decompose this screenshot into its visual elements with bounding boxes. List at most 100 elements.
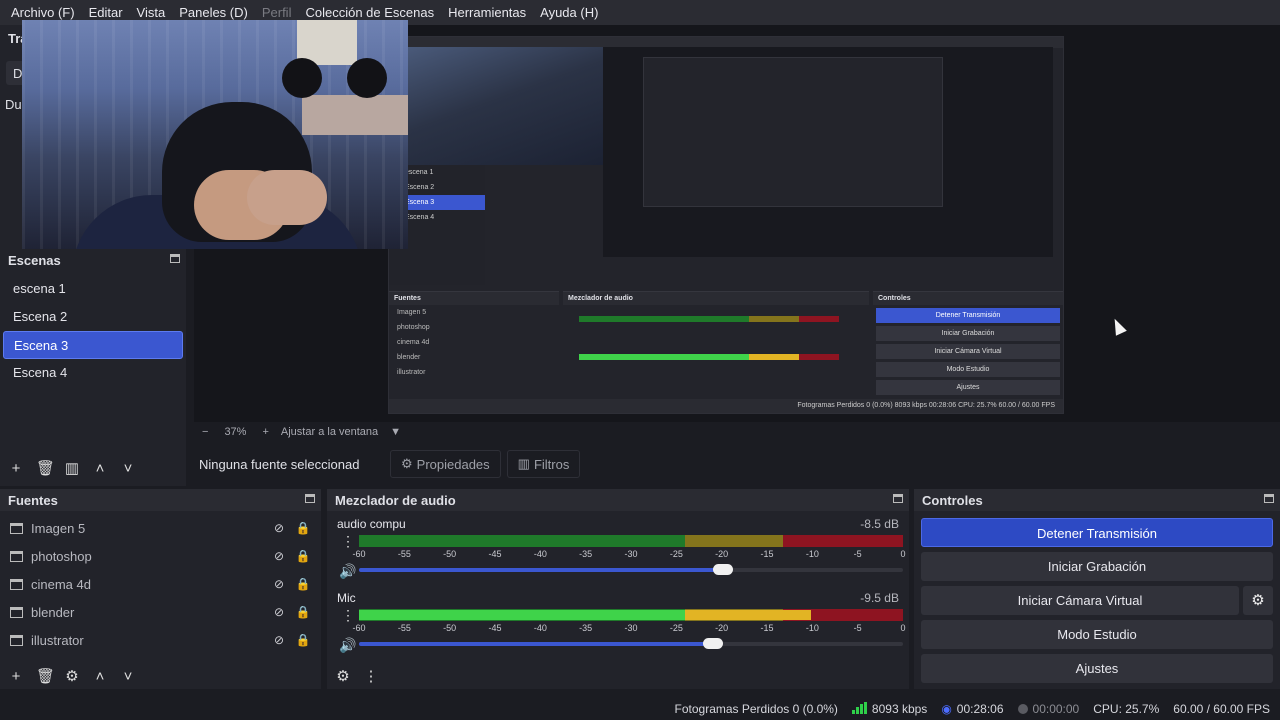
filters-button[interactable]: ▥ Filtros [506, 450, 581, 478]
stream-icon: ◉ [941, 701, 952, 716]
source-item[interactable]: blender ⊘ 🔒 [0, 598, 321, 626]
studio-mode-button[interactable]: Modo Estudio [921, 620, 1273, 649]
scene-item[interactable]: escena 1 [3, 275, 183, 303]
virtual-camera-settings-button[interactable]: ⚙ [1243, 586, 1273, 615]
kebab-icon[interactable]: ⋮ [341, 607, 355, 624]
sources-title: Fuentes [0, 489, 321, 511]
kebab-icon[interactable]: ⋮ [341, 533, 355, 550]
undock-icon[interactable] [170, 254, 180, 263]
menu-paneles[interactable]: Paneles (D) [172, 5, 255, 20]
settings-button[interactable]: Ajustes [921, 654, 1273, 683]
filter-icon[interactable]: ▥ [64, 459, 80, 477]
kebab-icon[interactable]: ⋮ [363, 667, 379, 685]
start-recording-button[interactable]: Iniciar Grabación [921, 552, 1273, 581]
sources-title-text: Fuentes [8, 493, 58, 508]
stop-stream-button[interactable]: Detener Transmisión [921, 518, 1273, 547]
meter-tick-label: -55 [397, 549, 411, 559]
scene-item-selected[interactable]: Escena 3 [3, 331, 183, 359]
scene-item[interactable]: Escena 2 [3, 303, 183, 331]
trash-icon[interactable]: 🗑 [36, 667, 55, 685]
undock-icon[interactable] [893, 494, 903, 503]
source-name: photoshop [31, 548, 92, 564]
zoom-dropdown-icon[interactable]: ▼ [390, 426, 401, 438]
volume-slider-thumb[interactable] [702, 638, 723, 649]
capture-statusbar: Fotogramas Perdidos 0 (0.0%) 8093 kbps 0… [389, 399, 1063, 413]
window-icon [10, 634, 23, 646]
record-icon [1017, 703, 1028, 714]
capture-meter-yellow [749, 316, 799, 322]
scenes-title: Escenas [0, 249, 186, 271]
meter-tick-label: -35 [579, 623, 593, 633]
bitrate: 8093 kbps [871, 701, 928, 716]
undock-icon[interactable] [305, 494, 315, 503]
chevron-up-icon[interactable]: ˄ [92, 460, 108, 477]
filter-icon: ▥ [517, 456, 530, 471]
speaker-icon[interactable]: 🔊 [339, 563, 356, 580]
start-virtual-camera-button[interactable]: Iniciar Cámara Virtual [921, 586, 1239, 615]
menu-editar[interactable]: Editar [82, 5, 130, 20]
display-capture-source: escena 1 Escena 2 Escena 3 Escena 4 Fuen… [388, 36, 1064, 414]
eye-slash-icon[interactable]: ⊘ [271, 577, 287, 591]
fps: 60.00 / 60.00 FPS [1173, 701, 1270, 716]
mixer-title-text: Mezclador de audio [335, 493, 456, 508]
lock-icon[interactable]: 🔒 [295, 549, 311, 563]
menu-coleccion-escenas[interactable]: Colección de Escenas [298, 5, 441, 20]
rec-time-group: 00:00:00 [1017, 702, 1079, 716]
source-item[interactable]: Imagen 5 ⊘ 🔒 [0, 514, 321, 542]
webcam-shelf [302, 95, 408, 135]
chevron-up-icon[interactable]: ˄ [92, 668, 108, 685]
advanced-audio-icon[interactable]: ⚙ [335, 667, 351, 685]
eye-slash-icon[interactable]: ⊘ [271, 605, 287, 619]
meter-level-yellow [685, 610, 811, 620]
capture-source-item: Imagen 5 [397, 309, 427, 316]
plus-icon[interactable]: + [8, 460, 24, 477]
meter-tick-label: -45 [488, 623, 502, 633]
stream-time: 00:28:06 [956, 701, 1004, 716]
meter-tick-label: -50 [443, 549, 457, 559]
lock-icon[interactable]: 🔒 [295, 577, 311, 591]
preview-zoom-bar: − 37% + Ajustar a la ventana ▼ [194, 422, 1280, 442]
status-bar: Fotogramas Perdidos 0 (0.0%) 8093 kbps ◉… [0, 697, 1280, 720]
source-item[interactable]: photoshop ⊘ 🔒 [0, 542, 321, 570]
volume-slider-thumb[interactable] [713, 564, 734, 575]
chevron-down-icon[interactable]: ˅ [120, 460, 136, 477]
eye-slash-icon[interactable]: ⊘ [271, 521, 287, 535]
scene-item[interactable]: Escena 4 [3, 359, 183, 387]
zoom-fit-label[interactable]: Ajustar a la ventana [281, 426, 378, 438]
lock-icon[interactable]: 🔒 [295, 605, 311, 619]
speaker-icon[interactable]: 🔊 [339, 637, 356, 654]
lock-icon[interactable]: 🔒 [295, 633, 311, 647]
menu-herramientas[interactable]: Herramientas [441, 5, 533, 20]
lock-icon[interactable]: 🔒 [295, 521, 311, 535]
trash-icon[interactable]: 🗑 [36, 459, 55, 477]
volume-slider-fill [359, 642, 713, 646]
zoom-in-icon[interactable]: + [262, 426, 268, 438]
properties-button[interactable]: ⚙ Propiedades [390, 450, 501, 478]
capture-meter-red [799, 316, 839, 322]
capture-source-item: blender [397, 354, 421, 361]
menu-vista[interactable]: Vista [130, 5, 173, 20]
eye-slash-icon[interactable]: ⊘ [271, 633, 287, 647]
capture-mixer-title: Mezclador de audio [563, 292, 869, 305]
menu-archivo[interactable]: Archivo (F) [4, 5, 82, 20]
menu-ayuda[interactable]: Ayuda (H) [533, 5, 605, 20]
stream-time-group: ◉ 00:28:06 [941, 702, 1003, 716]
meter-tick-label: -40 [533, 549, 547, 559]
source-name: cinema 4d [31, 576, 91, 592]
controls-title-text: Controles [922, 493, 983, 508]
scenes-toolbar: + 🗑 ▥ ˄ ˅ [0, 455, 186, 481]
menu-perfil[interactable]: Perfil [255, 5, 299, 20]
zoom-out-icon[interactable]: − [202, 426, 208, 438]
zoom-level: 37% [224, 426, 247, 438]
undock-icon[interactable] [1264, 494, 1274, 503]
source-item[interactable]: illustrator ⊘ 🔒 [0, 626, 321, 654]
properties-label: Propiedades [416, 456, 490, 472]
gear-icon[interactable]: ⚙ [64, 667, 80, 685]
eye-slash-icon[interactable]: ⊘ [271, 549, 287, 563]
plus-icon[interactable]: + [8, 668, 24, 685]
chevron-down-icon[interactable]: ˅ [120, 668, 136, 685]
window-icon [10, 578, 23, 590]
source-name: blender [31, 604, 75, 620]
meter-level-green [359, 610, 686, 620]
source-item[interactable]: cinema 4d ⊘ 🔒 [0, 570, 321, 598]
